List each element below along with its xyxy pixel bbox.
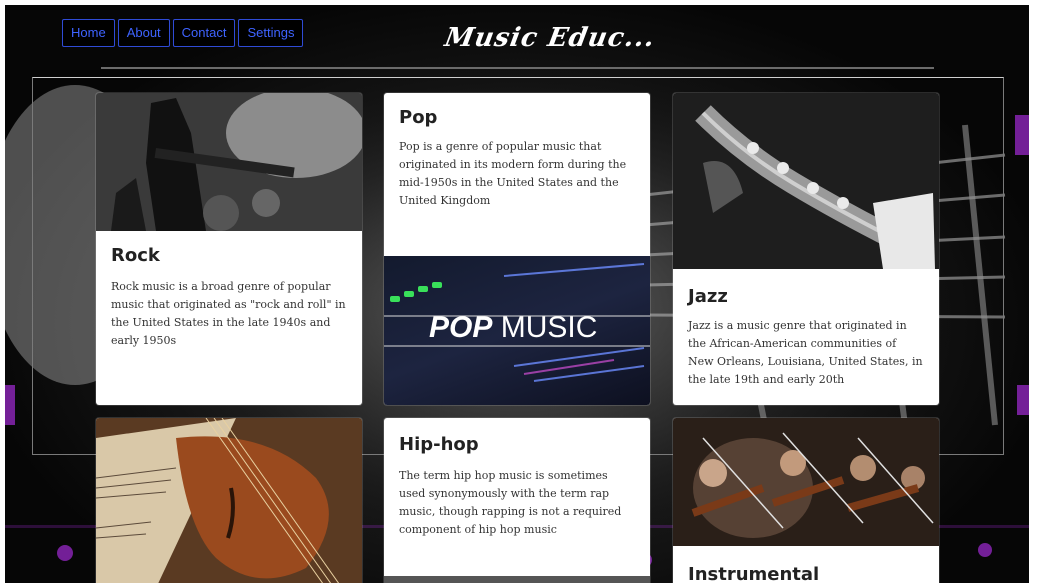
nav-contact-button[interactable]: Contact	[172, 19, 236, 47]
card-instrumental[interactable]: Instrumental	[673, 418, 939, 583]
music-word: MUSIC	[500, 311, 598, 344]
hiphop-image	[384, 576, 650, 583]
card-title: Rock	[111, 245, 160, 266]
card-title: Pop	[399, 107, 438, 128]
card-title: Jazz	[688, 286, 728, 307]
card-description: Pop is a genre of popular music that ori…	[399, 140, 627, 207]
card-description: The term hip hop music is sometimes used…	[399, 469, 622, 536]
card-jazz[interactable]: Jazz Jazz is a music genre that originat…	[673, 93, 939, 405]
card-title: Hip-hop	[399, 434, 479, 455]
saxophone-image	[673, 93, 939, 269]
pop-word: POP	[429, 311, 493, 344]
page-background: Home About Contact Settings Music Educ..…	[5, 5, 1029, 583]
main-nav: Home About Contact Settings	[62, 19, 304, 47]
pop-music-label: POP MUSIC	[429, 311, 597, 345]
site-logo-title[interactable]: Music Educ...	[442, 23, 657, 53]
nav-home-button[interactable]: Home	[62, 19, 115, 47]
violin-on-sheet-music-image	[96, 418, 362, 583]
card-violin[interactable]	[96, 418, 362, 583]
nav-settings-button[interactable]: Settings	[238, 19, 304, 47]
card-title: Instrumental	[688, 564, 820, 583]
card-description: Jazz is a music genre that originated in…	[688, 319, 923, 386]
pop-music-image: POP MUSIC	[384, 256, 650, 405]
guitarist-on-stage-image	[96, 93, 362, 231]
card-description: Rock music is a broad genre of popular m…	[111, 280, 346, 347]
card-pop[interactable]: Pop Pop is a genre of popular music that…	[384, 93, 650, 405]
nav-about-button[interactable]: About	[117, 19, 170, 47]
card-hiphop[interactable]: Hip-hop The term hip hop music is someti…	[384, 418, 650, 583]
orchestra-violinists-image	[673, 418, 939, 546]
header-divider	[101, 67, 934, 69]
card-rock[interactable]: Rock Rock music is a broad genre of popu…	[96, 93, 362, 405]
